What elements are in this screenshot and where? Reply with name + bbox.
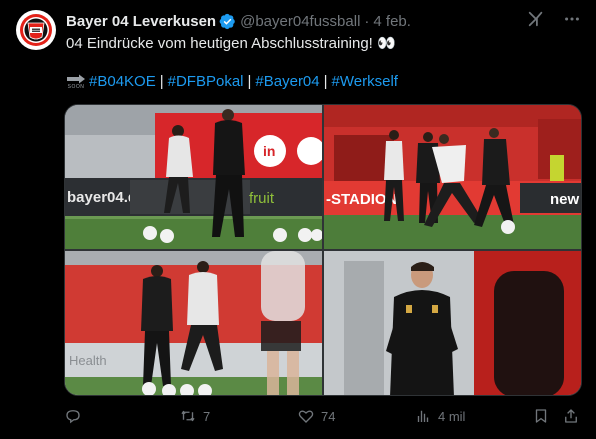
retweet-count: 7 [203, 408, 211, 424]
photo3-sign-health: Health [69, 353, 107, 368]
hashtag-separator: | [247, 73, 252, 90]
hashtag-separator: | [159, 73, 164, 90]
avatar[interactable] [16, 10, 56, 50]
like-icon [298, 410, 314, 423]
training-photo-3[interactable]: Health [65, 251, 322, 395]
verified-badge-icon [219, 13, 236, 30]
action-bar: 7 74 4 mil [64, 405, 582, 427]
top-actions [526, 9, 582, 29]
hashtag-werkself[interactable]: #Werkself [332, 72, 398, 92]
tweet-date[interactable]: 4 feb. [373, 13, 411, 30]
retweet-icon [181, 410, 195, 422]
author-handle[interactable]: @bayer04fussball [240, 13, 360, 30]
training-photo-4[interactable] [324, 251, 581, 395]
photo1-sign-fruit: fruit [249, 190, 275, 207]
tweet-header: Bayer 04 Leverkusen @bayer04fussball · 4… [66, 11, 411, 31]
views-count: 4 mil [438, 408, 466, 424]
grok-icon[interactable] [526, 9, 546, 29]
hashtag-separator: | [323, 73, 328, 90]
share-icon [565, 409, 577, 423]
tweet-text: 04 Eindrücke vom heutigen Abschlusstrain… [66, 35, 396, 52]
media-grid: in bayer04.de fruit -STADION new Health [64, 104, 582, 396]
training-photo-2[interactable]: -STADION new [324, 105, 581, 249]
hashtag-line: SOON #B04KOE | #DFBPokal | #Bayer04 | #W… [66, 72, 398, 92]
more-icon[interactable] [562, 9, 582, 29]
tweet[interactable]: Bayer 04 Leverkusen @bayer04fussball · 4… [0, 0, 596, 439]
like-count: 74 [321, 408, 336, 424]
reply-button[interactable] [64, 405, 88, 427]
photo2-sign-new: new [550, 191, 580, 208]
retweet-button[interactable]: 7 [179, 405, 210, 427]
bookmark-icon [535, 409, 547, 423]
separator-dot: · [364, 12, 370, 30]
training-photo-1[interactable]: in bayer04.de fruit [65, 105, 322, 249]
hashtag-b04koe[interactable]: #B04KOE [89, 72, 156, 92]
hashtag-bayer04[interactable]: #Bayer04 [255, 72, 319, 92]
views-icon [417, 410, 429, 422]
soon-arrow-icon: SOON [66, 74, 86, 90]
views-button[interactable]: 4 mil [414, 405, 465, 427]
reply-icon [66, 410, 80, 424]
author-name[interactable]: Bayer 04 Leverkusen [66, 13, 216, 30]
share-button[interactable] [562, 405, 580, 427]
soon-label: SOON [67, 84, 85, 90]
photo1-sign-in: in [263, 143, 275, 159]
like-button[interactable]: 74 [297, 405, 335, 427]
bookmark-button[interactable] [532, 405, 550, 427]
hashtag-dfbpokal[interactable]: #DFBPokal [168, 72, 244, 92]
